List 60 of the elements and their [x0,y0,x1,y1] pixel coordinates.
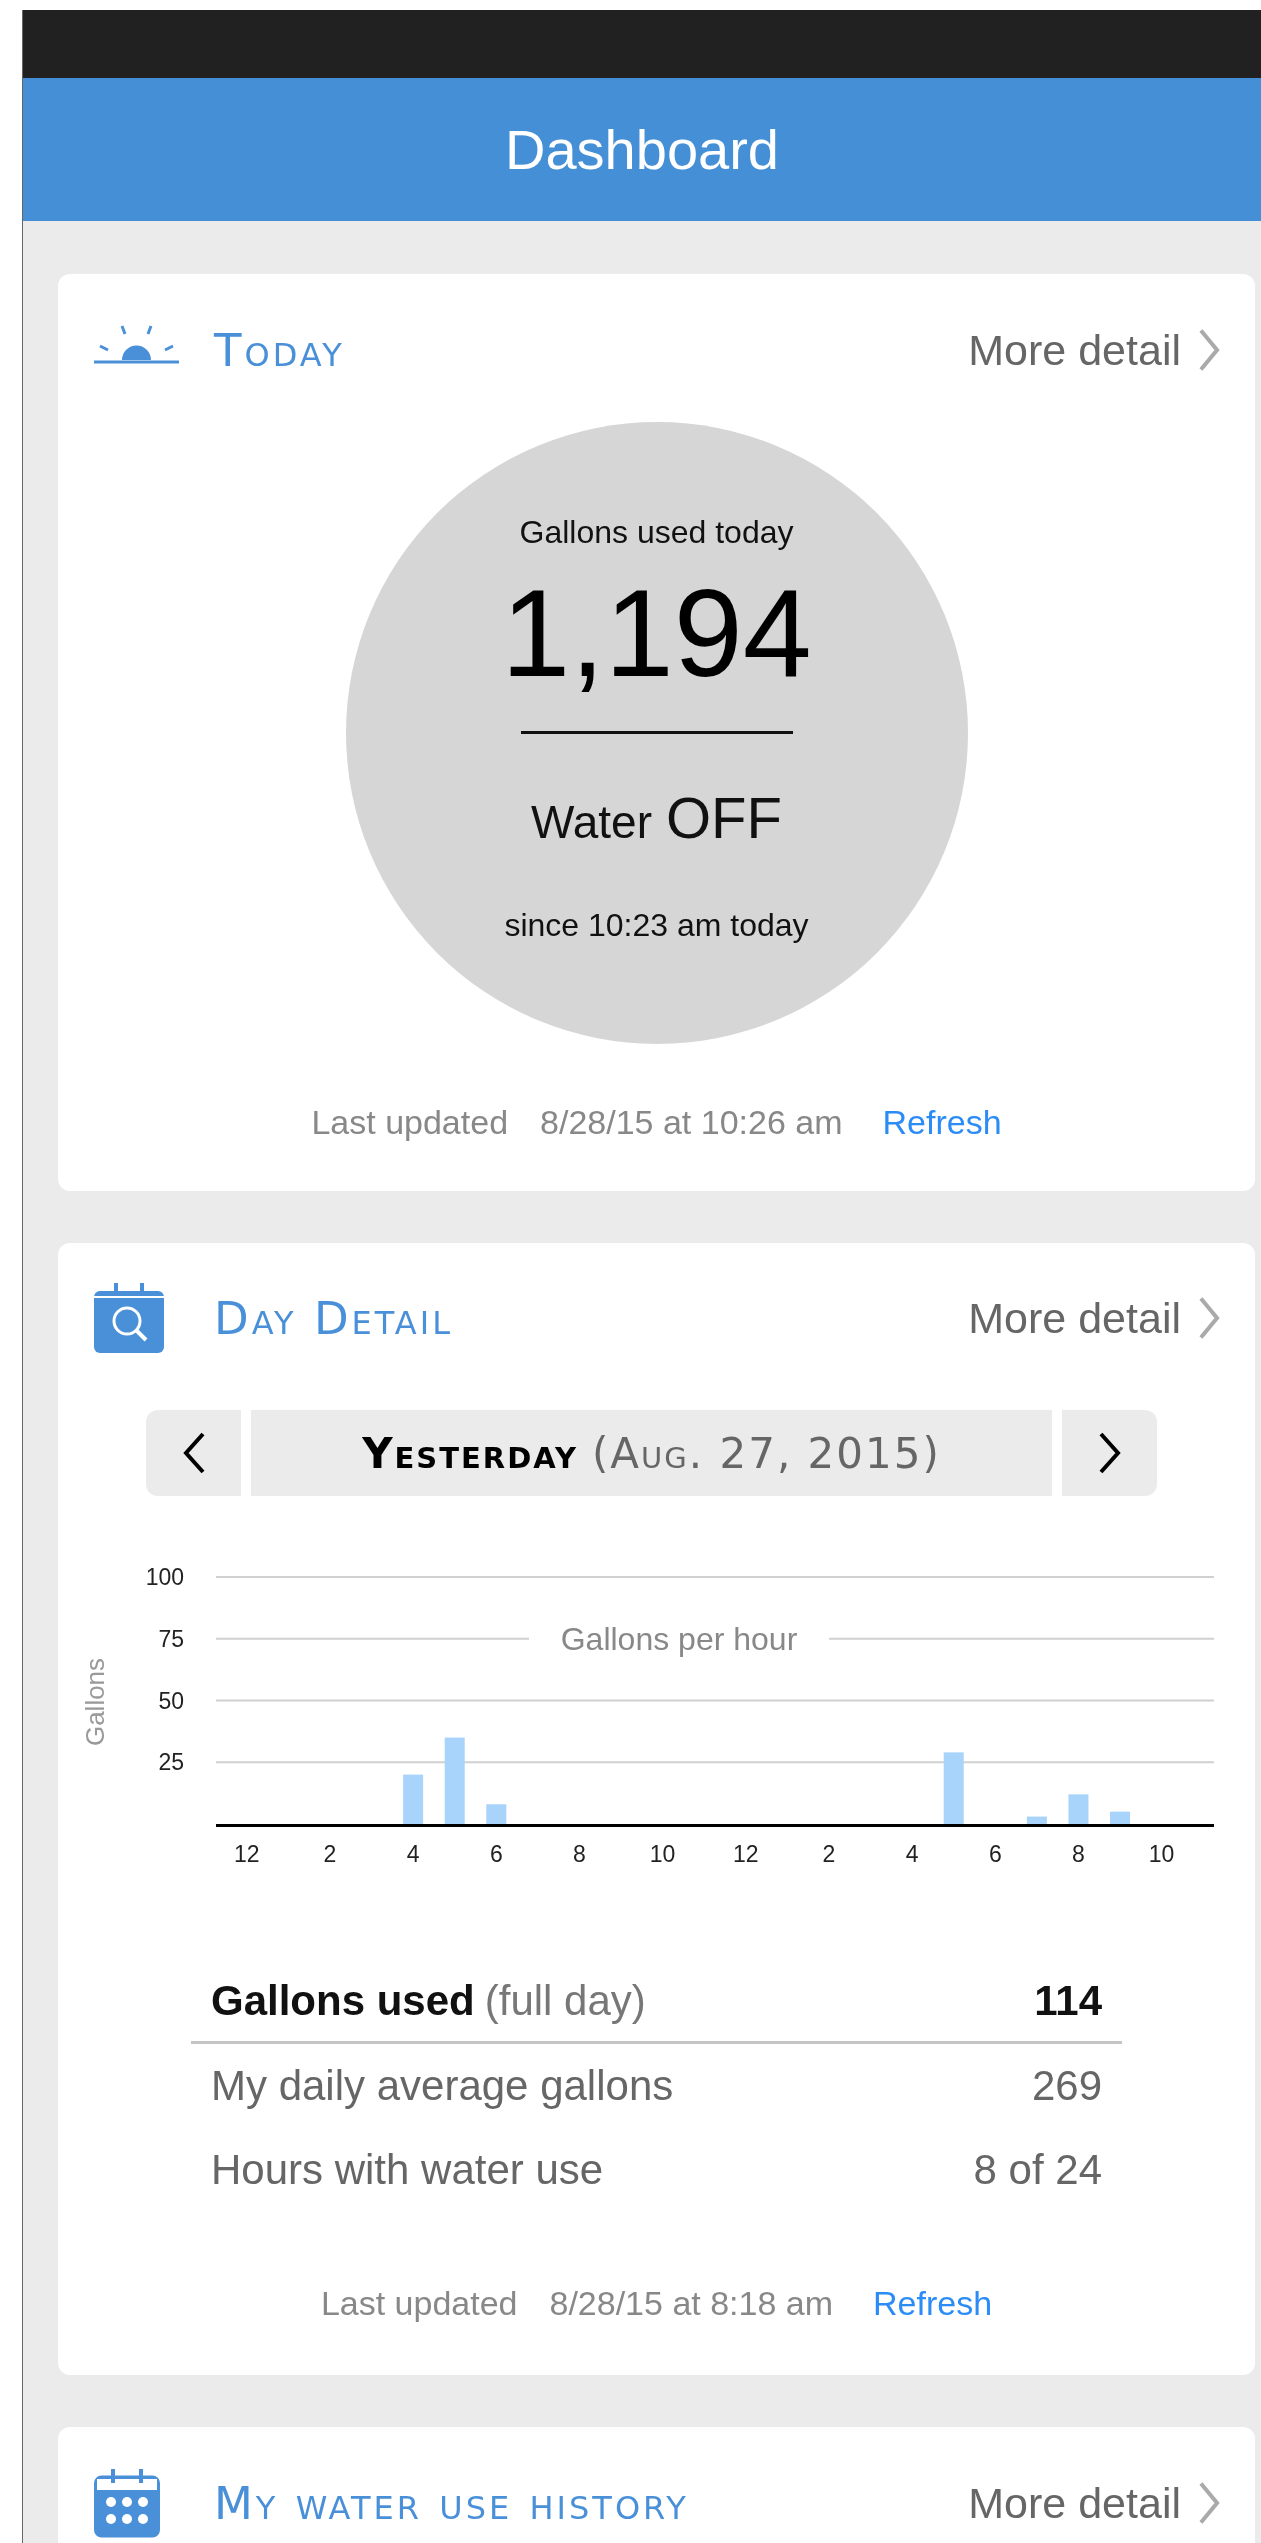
water-state: OFF [666,784,782,852]
x-tick-label: 12 [234,1841,260,1867]
since-text: since 10:23 am today [504,907,809,945]
updated-time: 8/28/15 at 8:18 am [549,2283,834,2323]
bar [1110,1811,1131,1824]
y-tick-label: 100 [145,1564,184,1590]
updated-label: Last updated [311,1102,509,1142]
chevron-left-icon [181,1431,206,1475]
stat-value: 114 [1034,1976,1102,2025]
bar [1026,1816,1047,1824]
x-tick-label: 2 [323,1841,337,1867]
water-label: Water [531,795,652,850]
calendar-icon [94,2468,160,2538]
chevron-right-icon [1197,327,1221,373]
refresh-link[interactable]: Refresh [882,1102,1002,1142]
more-detail-link[interactable]: More detail [968,1293,1221,1343]
stat-label: My daily average gallons [211,2062,674,2109]
bar [1068,1794,1089,1824]
chevron-right-icon [1097,1431,1122,1475]
bar [403,1774,424,1824]
day-label: Yesterday [362,1428,578,1478]
gallons-value: 1,194 [501,565,812,702]
gauge-caption: Gallons used today [519,514,794,551]
stat-label: Gallons used [211,1976,475,2024]
x-tick-label: 6 [988,1841,1002,1867]
stat-value: 8 of 24 [973,2146,1102,2194]
stat-value: 269 [1031,2062,1102,2110]
stat-note: (full day) [484,1976,646,2024]
section-title: Today [214,323,345,377]
bar [943,1752,964,1824]
chevron-right-icon [1197,1295,1221,1341]
x-tick-label: 6 [489,1841,503,1867]
section-title: Day Detail [214,1291,453,1345]
y-axis-label: Gallons [80,1657,110,1747]
bar [486,1804,507,1824]
x-tick-label: 8 [1072,1841,1085,1867]
x-tick-label: 4 [406,1841,420,1867]
x-tick-label: 8 [573,1841,586,1867]
stat-label: Hours with water use [211,2146,604,2193]
more-detail-link[interactable]: More detail [968,2478,1221,2528]
page-title: Dashboard [505,117,779,182]
updated-time: 8/28/15 at 10:26 am [540,1102,843,1142]
x-tick-label: 4 [905,1841,919,1867]
y-tick-label: 25 [158,1749,184,1776]
chart-title: Gallons per hour [560,1620,798,1657]
previous-day-button[interactable] [146,1410,241,1496]
calendar-search-icon [94,1283,164,1353]
section-title: My water use history [214,2476,689,2530]
refresh-link[interactable]: Refresh [873,2283,993,2323]
x-tick-label: 2 [822,1841,836,1867]
y-tick-label: 50 [158,1687,184,1714]
next-day-button[interactable] [1062,1410,1157,1496]
more-detail-link[interactable]: More detail [968,325,1221,375]
x-tick-label: 10 [1148,1841,1175,1867]
chevron-right-icon [1197,2480,1221,2526]
date-label: (Aug. 27, 2015) [591,1428,941,1478]
x-tick-label: 10 [649,1841,676,1867]
updated-label: Last updated [320,2283,518,2323]
y-tick-label: 75 [158,1625,184,1652]
x-tick-label: 12 [733,1841,759,1867]
